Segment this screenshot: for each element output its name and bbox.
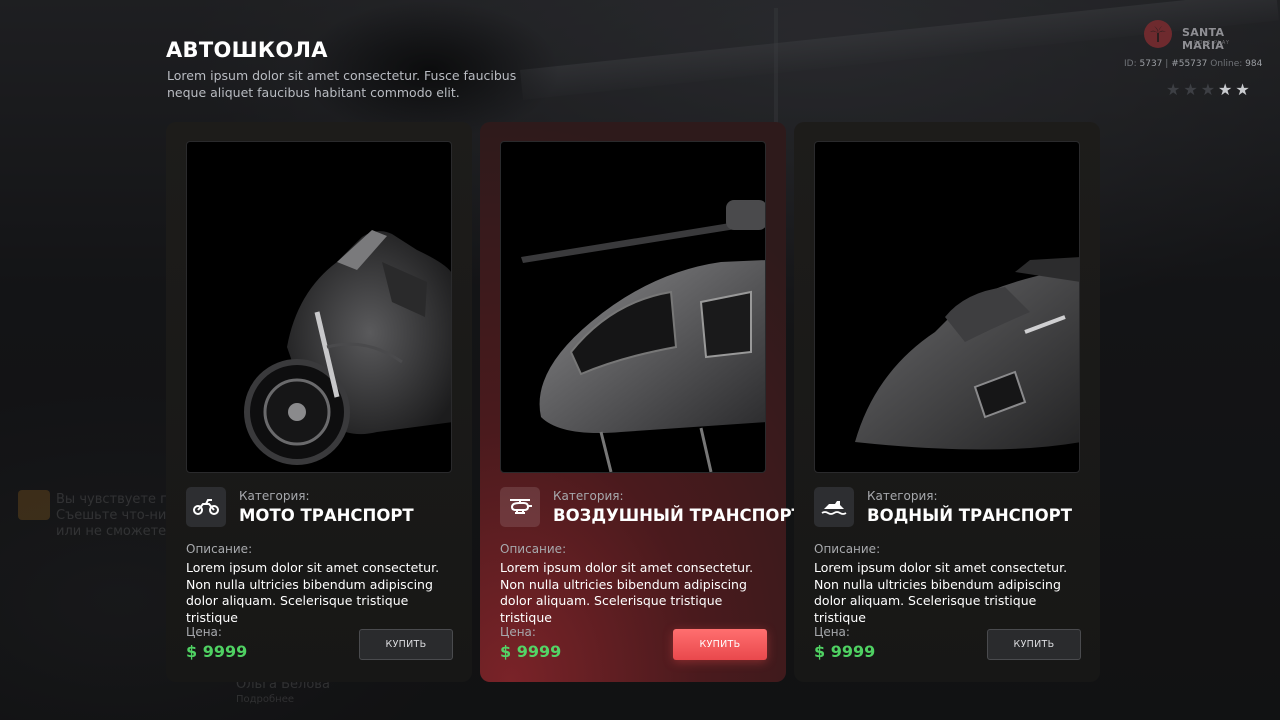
price-value: $ 9999 <box>500 642 562 661</box>
description-text: Lorem ipsum dolor sit amet consectetur. … <box>500 560 754 625</box>
helicopter-illustration <box>521 200 765 472</box>
background-contact-sub: Подробнее <box>236 694 295 705</box>
buy-button-air[interactable]: КУПИТЬ <box>673 629 767 660</box>
background-notification-text: или не сможете <box>56 524 167 539</box>
helicopter-image <box>500 141 766 473</box>
price-label: Цена: <box>500 625 536 639</box>
star-icon: ★ <box>1166 80 1184 99</box>
category-value: МОТО ТРАНСПОРТ <box>239 506 414 525</box>
category-label: Категория: <box>553 489 624 503</box>
online-label: Online: <box>1210 59 1243 69</box>
description-label: Описание: <box>814 542 881 556</box>
description-label: Описание: <box>500 542 567 556</box>
motorcycle-icon <box>193 499 219 515</box>
price-label: Цена: <box>814 625 850 639</box>
buy-button-water[interactable]: КУПИТЬ <box>987 629 1081 660</box>
category-value: ВОЗДУШНЫЙ ТРАНСПОРТ <box>553 506 803 525</box>
helicopter-icon <box>510 499 532 514</box>
category-value: ВОДНЫЙ ТРАНСПОРТ <box>867 506 1072 525</box>
category-label: Категория: <box>867 489 938 503</box>
category-label: Категория: <box>239 489 310 503</box>
price-value: $ 9999 <box>186 642 248 661</box>
wanted-level-stars: ★★★★★ <box>1166 80 1253 99</box>
vehicle-card-moto: Категория: МОТО ТРАНСПОРТ Описание: Lore… <box>166 122 472 682</box>
category-icon-box <box>500 487 540 527</box>
palm-tree-icon <box>1150 26 1166 42</box>
motorcycle-illustration <box>244 230 451 465</box>
jetski-icon <box>821 501 847 515</box>
star-icon: ★ <box>1200 80 1219 99</box>
brand-logo: SANTA MARIA ROLE PLAY <box>1144 20 1262 52</box>
description-text: Lorem ipsum dolor sit amet consectetur. … <box>186 560 440 625</box>
description-text: Lorem ipsum dolor sit amet consectetur. … <box>814 560 1068 625</box>
id-value: 5737 <box>1139 59 1163 69</box>
motorcycle-image <box>186 141 452 473</box>
buy-button-moto[interactable]: КУПИТЬ <box>359 629 453 660</box>
brand-name: SANTA MARIA <box>1182 26 1225 52</box>
category-icon-box <box>814 487 854 527</box>
brand-tagline: ROLE PLAY <box>1194 40 1230 46</box>
category-icon-box <box>186 487 226 527</box>
id-label: ID: <box>1124 59 1137 69</box>
page-title: АВТОШКОЛА <box>166 38 328 62</box>
hash-value: #55737 <box>1171 59 1208 69</box>
server-info: ID: 5737 | #55737 Online: 984 <box>1124 59 1262 69</box>
star-icon: ★ <box>1218 80 1236 99</box>
page-subtitle: Lorem ipsum dolor sit amet consectetur. … <box>167 68 517 100</box>
background-notification-icon <box>18 490 50 520</box>
star-icon: ★ <box>1183 80 1201 99</box>
price-value: $ 9999 <box>814 642 876 661</box>
price-label: Цена: <box>186 625 222 639</box>
jetski-image <box>814 141 1080 473</box>
vehicle-card-air: Категория: ВОЗДУШНЫЙ ТРАНСПОРТ Описание:… <box>480 122 803 682</box>
palm-logo-icon <box>1144 20 1172 48</box>
description-label: Описание: <box>186 542 253 556</box>
online-value: 984 <box>1245 59 1263 69</box>
vehicle-card-water: Категория: ВОДНЫЙ ТРАНСПОРТ Описание: Lo… <box>794 122 1100 682</box>
star-icon: ★ <box>1235 80 1253 99</box>
jetski-illustration <box>855 257 1079 450</box>
